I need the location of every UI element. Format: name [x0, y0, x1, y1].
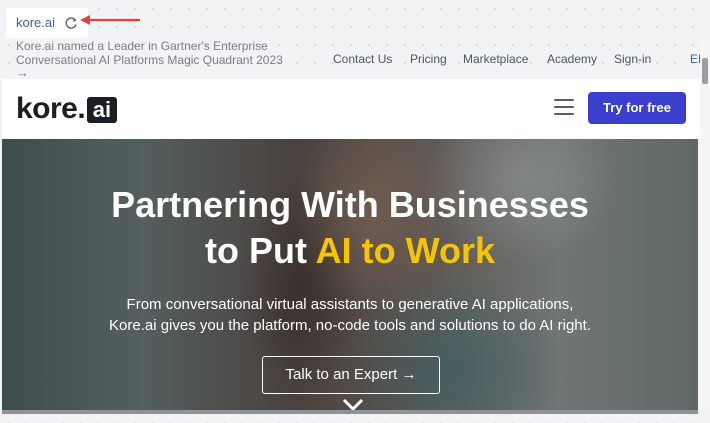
hero-subtitle-line-2: Kore.ai gives you the platform, no-code … [109, 317, 591, 334]
nav-pricing[interactable]: Pricing [410, 52, 447, 66]
hero-title-highlight: AI to Work [315, 230, 495, 271]
nav-academy[interactable]: Academy [547, 52, 597, 66]
nav-sign-in[interactable]: Sign-in [614, 52, 651, 66]
vertical-scrollbar-thumb[interactable] [702, 58, 708, 84]
talk-to-expert-label: Talk to an Expert [285, 366, 398, 383]
arrow-right-icon: → [16, 65, 29, 80]
url-text[interactable]: kore.ai [16, 15, 55, 30]
announcement-line-2: Conversational AI Platforms Magic Quadra… [16, 53, 283, 67]
hero-subtitle-line-1: From conversational virtual assistants t… [126, 296, 574, 313]
hamburger-menu-icon[interactable] [554, 99, 574, 115]
annotation-arrow-icon [80, 15, 140, 25]
horizontal-scrollbar[interactable] [2, 410, 698, 414]
vertical-scrollbar[interactable] [700, 40, 710, 410]
logo-word: kore [16, 92, 78, 125]
address-bar[interactable]: kore.ai [6, 8, 88, 38]
try-for-free-button[interactable]: Try for free [588, 92, 686, 124]
kore-ai-logo[interactable]: kore . ai [16, 92, 118, 125]
logo-ai-box: ai [86, 97, 118, 123]
chevron-down-icon[interactable] [342, 398, 364, 410]
reload-icon[interactable] [63, 15, 79, 31]
hero-title-line-1: Partnering With Businesses [111, 184, 589, 225]
nav-contact-us[interactable]: Contact Us [333, 52, 392, 66]
announcement-line-1: Kore.ai named a Leader in Gartner's Ente… [16, 39, 268, 53]
hero-section: Partnering With Businesses to Put AI to … [2, 139, 698, 410]
announcement-link[interactable]: Kore.ai named a Leader in Gartner's Ente… [16, 39, 311, 79]
hero-title-line-2: to Put AI to Work [2, 229, 698, 273]
arrow-right-icon: → [401, 366, 417, 383]
logo-dot: . [77, 92, 86, 125]
main-header: kore . ai Try for free [2, 79, 700, 139]
nav-marketplace[interactable]: Marketplace [463, 52, 528, 66]
talk-to-expert-button[interactable]: Talk to an Expert → [262, 356, 440, 394]
hero-title-prefix: to Put [205, 230, 316, 271]
